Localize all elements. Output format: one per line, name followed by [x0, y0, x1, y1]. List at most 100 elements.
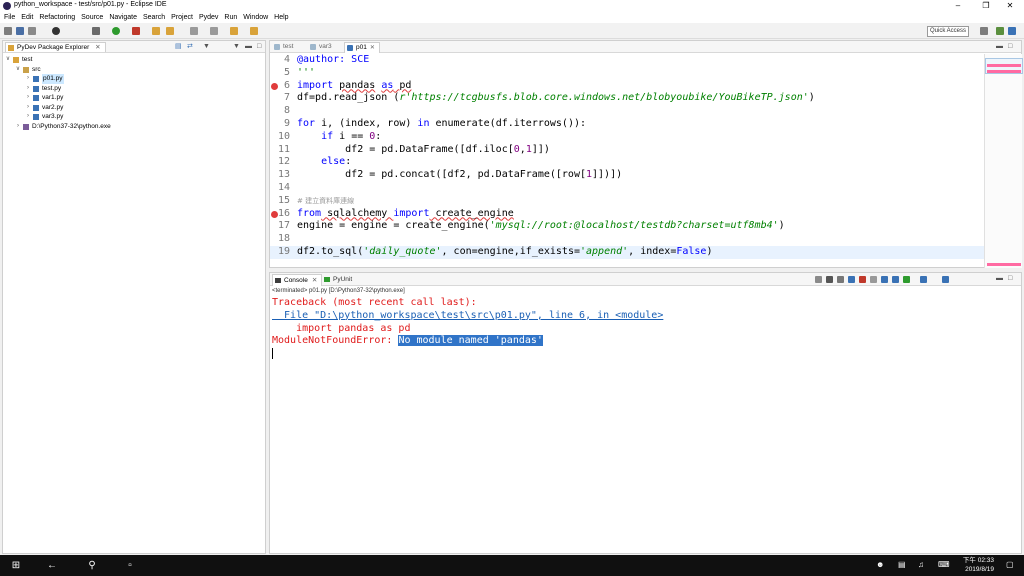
menu-help[interactable]: Help: [271, 12, 291, 23]
menu-file[interactable]: File: [0, 12, 18, 23]
tab-pyunit[interactable]: PyUnit: [322, 274, 356, 286]
scroll-lock-icon[interactable]: [859, 276, 866, 283]
open-perspective-icon[interactable]: [980, 27, 988, 35]
tree-item-var1[interactable]: › var1.py: [3, 93, 265, 103]
view-menu-icon[interactable]: ▼: [233, 43, 240, 51]
system-clock[interactable]: 下午 02:33 2019/8/19: [963, 557, 994, 574]
minimize-view-icon[interactable]: ▬: [996, 275, 1003, 283]
collapse-all-icon[interactable]: ▤: [175, 43, 182, 51]
open-folder-icon[interactable]: [152, 27, 160, 35]
python-file-icon: [33, 76, 39, 82]
volume-icon[interactable]: ♫: [918, 560, 924, 569]
previous-annotation-icon[interactable]: [210, 27, 218, 35]
menu-navigate[interactable]: Navigate: [106, 12, 140, 23]
new-icon[interactable]: [4, 27, 12, 35]
console-input-line[interactable]: [272, 348, 663, 361]
remove-all-icon[interactable]: [837, 276, 844, 283]
close-icon[interactable]: ✕: [312, 277, 317, 284]
network-icon[interactable]: ▤: [898, 560, 906, 569]
overview-error-mark[interactable]: [987, 263, 1021, 266]
display-console-icon[interactable]: [920, 276, 927, 283]
close-icon[interactable]: ✕: [370, 45, 375, 51]
tree-item-src[interactable]: ∨ src: [3, 65, 265, 75]
pydev-perspective-icon[interactable]: [996, 27, 1004, 35]
tab-p01[interactable]: p01 ✕: [344, 42, 380, 53]
maximize-view-icon[interactable]: □: [1008, 275, 1012, 283]
tab-var3[interactable]: var3: [308, 42, 336, 53]
remove-launch-icon[interactable]: [826, 276, 833, 283]
next-annotation-icon[interactable]: [190, 27, 198, 35]
editor-overview-ruler[interactable]: [984, 54, 1023, 268]
collapse-arrow-icon[interactable]: ›: [25, 93, 31, 103]
tab-test[interactable]: test: [272, 42, 297, 53]
minimize-editor-icon[interactable]: ▬: [996, 43, 1003, 51]
save-icon[interactable]: [16, 27, 24, 35]
external-tools-icon[interactable]: [132, 27, 140, 35]
debug-perspective-icon[interactable]: [1008, 27, 1016, 35]
menu-window[interactable]: Window: [240, 12, 271, 23]
show-on-error-icon[interactable]: [892, 276, 899, 283]
overview-error-mark[interactable]: [987, 64, 1021, 67]
expand-arrow-icon[interactable]: ∨: [5, 55, 11, 65]
collapse-arrow-icon[interactable]: ›: [25, 112, 31, 122]
expand-arrow-icon[interactable]: ∨: [15, 65, 21, 75]
console-output[interactable]: Traceback (most recent call last): File …: [272, 297, 663, 361]
word-wrap-icon[interactable]: [870, 276, 877, 283]
tree-item-test[interactable]: ∨ test: [3, 55, 265, 65]
collapse-arrow-icon[interactable]: ›: [25, 84, 31, 94]
start-icon[interactable]: ⊞: [6, 555, 26, 576]
quick-access-field[interactable]: Quick Access: [927, 26, 969, 37]
tree-item-interpreter[interactable]: › D:\Python37-32\python.exe: [3, 122, 265, 132]
tab-package-explorer[interactable]: PyDev Package Explorer ✕: [5, 42, 106, 52]
tree-item-test-py[interactable]: › test.py: [3, 84, 265, 94]
code-editor[interactable]: 4 @author: SCE 5 ''' 6 import pandas as pd …: [270, 54, 984, 268]
pin-console-icon[interactable]: [903, 276, 910, 283]
close-button[interactable]: ✕: [996, 0, 1024, 12]
clear-console-icon[interactable]: [848, 276, 855, 283]
tree-label: D:\Python37-32\python.exe: [32, 122, 111, 130]
tree-item-p01[interactable]: › p01.py: [3, 74, 265, 84]
tree-item-var2[interactable]: › var2.py: [3, 103, 265, 113]
traceback-link[interactable]: File "D:\python_workspace\test\src\p01.p…: [272, 310, 663, 323]
close-icon[interactable]: ✕: [95, 44, 100, 51]
maximize-view-icon[interactable]: □: [257, 43, 261, 51]
tree-item-var3[interactable]: › var3.py: [3, 112, 265, 122]
terminate-icon[interactable]: [815, 276, 822, 283]
collapse-arrow-icon[interactable]: ›: [25, 74, 31, 84]
menu-edit[interactable]: Edit: [18, 12, 36, 23]
collapse-arrow-icon[interactable]: ›: [25, 103, 31, 113]
menu-source[interactable]: Source: [78, 12, 106, 23]
link-with-editor-icon[interactable]: ⇄: [187, 43, 193, 51]
open-console-icon[interactable]: [942, 276, 949, 283]
run-icon[interactable]: [112, 27, 120, 35]
people-icon[interactable]: ☻: [876, 560, 884, 569]
minimize-button[interactable]: –: [944, 0, 972, 12]
back-icon[interactable]: ←: [42, 555, 62, 576]
new-pydev-module-icon[interactable]: [166, 27, 174, 35]
tab-console[interactable]: Console ✕: [272, 274, 323, 286]
menu-project[interactable]: Project: [168, 12, 196, 23]
menu-refactoring[interactable]: Refactoring: [36, 12, 78, 23]
task-view-icon[interactable]: ▫: [120, 555, 140, 576]
notification-icon[interactable]: ▢: [1006, 560, 1014, 569]
menu-run[interactable]: Run: [221, 12, 240, 23]
menu-pydev[interactable]: Pydev: [196, 12, 221, 23]
menu-search[interactable]: Search: [140, 12, 168, 23]
debug-icon[interactable]: [52, 27, 60, 35]
keyboard-icon[interactable]: ⌨: [938, 560, 950, 569]
filter-icon[interactable]: ▼: [203, 43, 210, 51]
maximize-editor-icon[interactable]: □: [1008, 43, 1012, 51]
save-all-icon[interactable]: [28, 27, 36, 35]
selected-error-text[interactable]: No module named 'pandas': [398, 335, 543, 347]
code-line: 9 for i, (index, row) in enumerate(df.ite…: [270, 118, 984, 131]
back-icon[interactable]: [230, 27, 238, 35]
search-icon[interactable]: ⚲: [82, 555, 102, 576]
minimize-view-icon[interactable]: ▬: [245, 43, 252, 51]
build-icon[interactable]: [92, 27, 100, 35]
line-number: 14: [277, 181, 290, 193]
overview-error-mark[interactable]: [987, 70, 1021, 73]
show-on-output-icon[interactable]: [881, 276, 888, 283]
collapse-arrow-icon[interactable]: ›: [15, 122, 21, 132]
forward-icon[interactable]: [250, 27, 258, 35]
code-token: 'mysql://root:@localhost/testdb?charset=…: [489, 220, 779, 232]
